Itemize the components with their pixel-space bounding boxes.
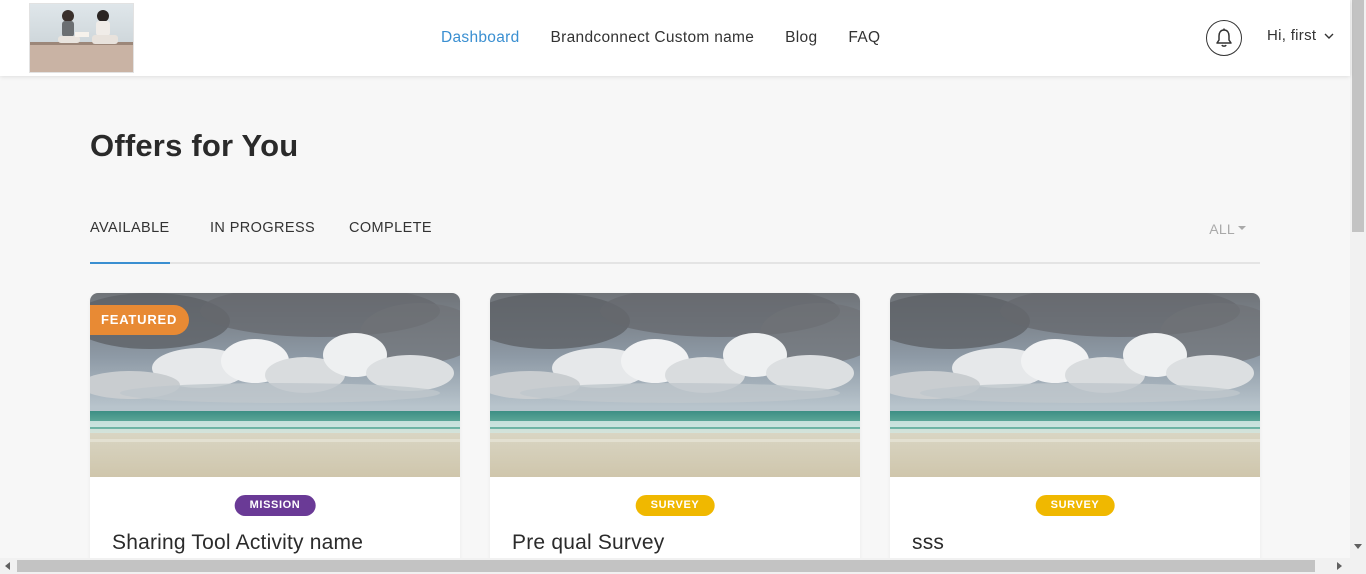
- bell-icon: [1216, 28, 1232, 47]
- offer-image: [490, 293, 860, 477]
- tab-available[interactable]: AVAILABLE: [90, 218, 170, 264]
- user-greeting: Hi, first: [1267, 27, 1317, 44]
- vertical-scrollbar[interactable]: [1350, 0, 1366, 558]
- tab-complete[interactable]: COMPLETE: [349, 218, 432, 264]
- nav-link-brandconnect[interactable]: Brandconnect Custom name: [551, 29, 755, 47]
- vertical-scroll-thumb[interactable]: [1352, 0, 1364, 232]
- top-navigation-bar: Dashboard Brandconnect Custom name Blog …: [0, 0, 1350, 76]
- scroll-down-arrow-icon[interactable]: [1354, 544, 1362, 549]
- filter-label: ALL: [1209, 221, 1235, 237]
- notifications-button[interactable]: [1206, 20, 1242, 56]
- offer-type-badge: SURVEY: [1035, 495, 1115, 516]
- filter-dropdown[interactable]: ALL: [1209, 221, 1246, 237]
- offer-title[interactable]: Sharing Tool Activity name: [112, 531, 363, 555]
- horizontal-scroll-thumb[interactable]: [17, 560, 1315, 572]
- offer-image: [890, 293, 1260, 477]
- offer-type-badge: MISSION: [234, 495, 316, 516]
- offer-status-tabs: AVAILABLE IN PROGRESS COMPLETE ALL: [90, 218, 1260, 264]
- page-title: Offers for You: [90, 128, 299, 163]
- offer-card[interactable]: SURVEY Pre qual Survey: [490, 293, 860, 574]
- user-menu[interactable]: Hi, first: [1267, 27, 1334, 44]
- horizontal-scrollbar[interactable]: [0, 558, 1366, 574]
- brand-logo[interactable]: [29, 3, 134, 73]
- chevron-down-icon: [1324, 33, 1334, 39]
- offer-card[interactable]: SURVEY sss: [890, 293, 1260, 574]
- offer-title[interactable]: sss: [912, 531, 944, 555]
- tab-in-progress[interactable]: IN PROGRESS: [210, 218, 315, 264]
- offer-type-badge: SURVEY: [635, 495, 715, 516]
- nav-link-dashboard[interactable]: Dashboard: [441, 29, 520, 47]
- caret-down-icon: [1238, 226, 1246, 231]
- scroll-right-arrow-icon[interactable]: [1337, 562, 1342, 570]
- main-nav: Dashboard Brandconnect Custom name Blog …: [441, 27, 880, 49]
- scroll-left-arrow-icon[interactable]: [5, 562, 10, 570]
- nav-link-blog[interactable]: Blog: [785, 29, 817, 47]
- featured-badge: FEATURED: [90, 305, 190, 335]
- offer-card[interactable]: FEATURED MISSION Sharing Tool Activity n…: [90, 293, 460, 574]
- offer-title[interactable]: Pre qual Survey: [512, 531, 664, 555]
- nav-link-faq[interactable]: FAQ: [848, 29, 880, 47]
